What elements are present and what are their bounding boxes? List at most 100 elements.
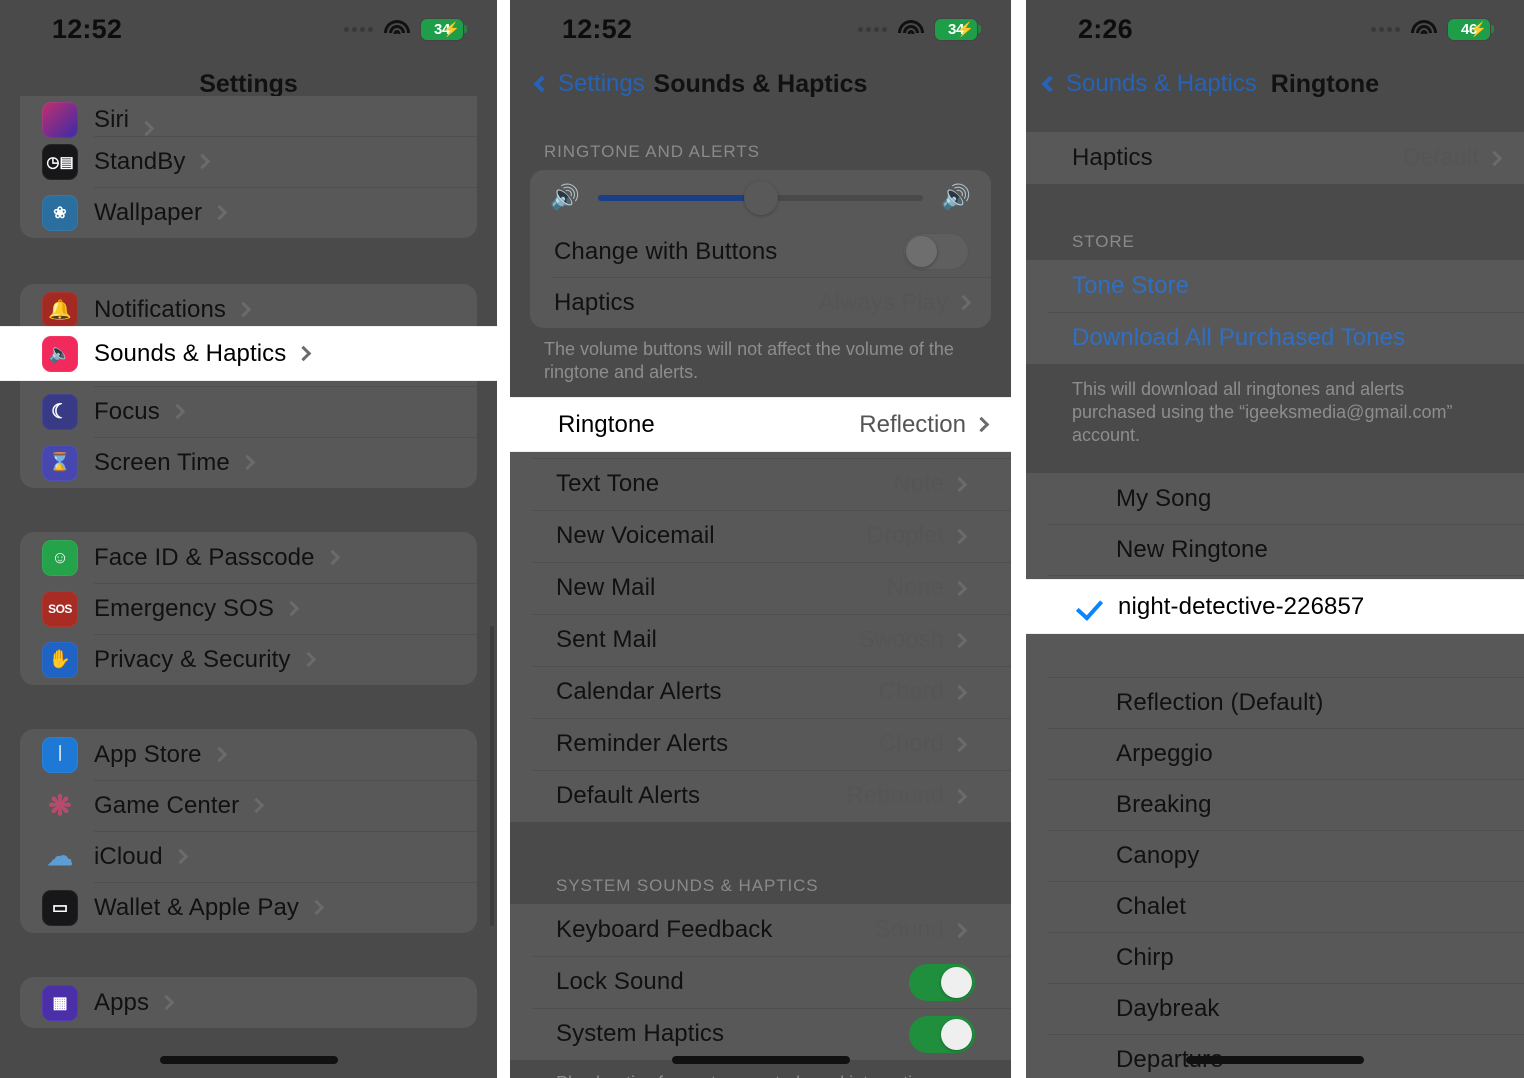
ringer-volume-slider[interactable]: 🔊 🔊	[530, 170, 991, 226]
link-label: Download All Purchased Tones	[1072, 324, 1406, 351]
notifications-icon: 🔔	[42, 291, 78, 328]
change-with-buttons-toggle[interactable]	[903, 233, 969, 270]
tone-item-night-detective[interactable]: night-detective-226857	[1026, 580, 1524, 633]
new-voicemail-row[interactable]: New Voicemail Droplet	[510, 510, 1011, 562]
slider-knob[interactable]	[743, 181, 778, 215]
nav-bar-ringtone: Sounds & Haptics Ringtone	[1026, 58, 1524, 110]
sidebar-item-game-center[interactable]: ❋ Game Center	[20, 780, 477, 831]
sidebar-item-sounds-haptics[interactable]: 🔈 Sounds & Haptics	[0, 327, 497, 380]
tone-store-link[interactable]: Tone Store	[1026, 260, 1524, 312]
sidebar-item-label: Sounds & Haptics	[94, 339, 287, 367]
focus-icon: ☾	[42, 393, 78, 430]
lock-sound-toggle[interactable]	[909, 963, 975, 1001]
page-title: Settings	[199, 69, 298, 98]
sounds-scroll-area[interactable]: RINGTONE AND ALERTS 🔊 🔊 Change with Butt…	[510, 110, 1011, 1078]
battery-indicator: 34 ⚡	[421, 18, 467, 40]
tone-label: Breaking	[1116, 790, 1212, 818]
section-label-system-sounds: SYSTEM SOUNDS & HAPTICS	[556, 876, 819, 896]
new-mail-row[interactable]: New Mail None	[510, 562, 1011, 614]
chevron-right-icon	[955, 294, 972, 311]
link-label: Tone Store	[1072, 272, 1190, 299]
haptics-row[interactable]: Haptics Always Play	[530, 277, 991, 328]
system-haptics-toggle[interactable]	[909, 1015, 975, 1053]
app-store-icon: 𝄀	[42, 736, 78, 773]
lock-sound-row[interactable]: Lock Sound	[510, 956, 1011, 1008]
sidebar-item-app-store[interactable]: 𝄀 App Store	[20, 729, 477, 780]
sidebar-item-screen-time[interactable]: ⌛ Screen Time	[20, 437, 477, 488]
row-value: Swoosh	[858, 626, 944, 654]
change-with-buttons-row[interactable]: Change with Buttons	[530, 226, 991, 277]
chevron-right-icon	[300, 651, 316, 668]
tone-label: Canopy	[1116, 841, 1200, 869]
row-label: Text Tone	[556, 470, 660, 498]
highlight-band-ringtone: Ringtone Reflection	[510, 398, 1011, 451]
siri-icon	[42, 102, 78, 138]
tone-label: Chirp	[1116, 943, 1174, 971]
home-indicator	[159, 1056, 338, 1064]
settings-group-5: ▦ Apps	[20, 977, 477, 1028]
tone-item-chalet[interactable]: Chalet	[1026, 881, 1524, 932]
row-label: Reminder Alerts	[556, 730, 729, 758]
back-button-settings[interactable]: Settings	[533, 70, 645, 98]
ringtone-row[interactable]: Ringtone Reflection	[510, 398, 1011, 451]
tone-item-arpeggio[interactable]: Arpeggio	[1026, 728, 1524, 779]
keyboard-feedback-row[interactable]: Keyboard Feedback Sound	[510, 904, 1011, 956]
sidebar-item-apps[interactable]: ▦ Apps	[20, 977, 477, 1028]
row-label: iCloud	[94, 842, 163, 870]
tone-item-canopy[interactable]: Canopy	[1026, 830, 1524, 881]
wifi-icon	[384, 19, 410, 39]
reminder-alerts-row[interactable]: Reminder Alerts Chord	[510, 718, 1011, 770]
settings-scroll-area[interactable]: Siri ◷▤ StandBy ❀ Wallpaper 🔔 Notificati…	[0, 96, 497, 1028]
chevron-right-icon	[1486, 150, 1503, 166]
highlight-band-night-detective: night-detective-226857	[1026, 580, 1524, 633]
row-label: Siri	[94, 106, 130, 133]
chevron-right-icon	[211, 204, 228, 221]
settings-group-4: 𝄀 App Store ❋ Game Center ☁ iCloud ▭ Wal…	[20, 729, 477, 933]
row-label: New Mail	[556, 574, 656, 602]
tone-item-chirp[interactable]: Chirp	[1026, 932, 1524, 983]
back-button-sounds-haptics[interactable]: Sounds & Haptics	[1041, 70, 1257, 98]
charging-bolt-icon: ⚡	[1469, 21, 1487, 37]
text-tone-row[interactable]: Text Tone Note	[510, 458, 1011, 510]
slider-track[interactable]	[597, 181, 924, 215]
sidebar-item-siri[interactable]: Siri	[20, 96, 477, 138]
face-id-icon: ☺	[42, 539, 78, 576]
tone-label: My Song	[1116, 484, 1212, 512]
tone-item-breaking[interactable]: Breaking	[1026, 779, 1524, 830]
download-purchased-tones-link[interactable]: Download All Purchased Tones	[1026, 312, 1524, 364]
sidebar-item-standby[interactable]: ◷▤ StandBy	[20, 136, 477, 187]
panel-ringtone: 2:26 46 ⚡ Sounds & Haptics Ringtone Hapt…	[1026, 0, 1524, 1078]
status-time: 2:26	[1078, 13, 1133, 44]
haptics-row[interactable]: Haptics Default	[1026, 132, 1524, 184]
store-group: Tone Store Download All Purchased Tones	[1026, 260, 1524, 364]
default-alerts-row[interactable]: Default Alerts Rebound	[510, 770, 1011, 822]
sidebar-item-face-id-passcode[interactable]: ☺ Face ID & Passcode	[20, 532, 477, 583]
speaker-mute-icon: 🔊	[550, 184, 580, 211]
chevron-right-icon	[235, 301, 252, 318]
sidebar-item-icloud[interactable]: ☁ iCloud	[20, 831, 477, 882]
row-label: Face ID & Passcode	[94, 543, 315, 571]
toggle-knob	[941, 1018, 972, 1050]
tone-item-my-song[interactable]: My Song	[1026, 473, 1524, 524]
sidebar-item-wallet-apple-pay[interactable]: ▭ Wallet & Apple Pay	[20, 882, 477, 933]
system-haptics-row[interactable]: System Haptics	[510, 1008, 1011, 1060]
sidebar-item-privacy-security[interactable]: ✋ Privacy & Security	[20, 634, 477, 685]
row-label: Sent Mail	[556, 626, 657, 654]
tone-item-daybreak[interactable]: Daybreak	[1026, 983, 1524, 1034]
sidebar-item-focus[interactable]: ☾ Focus	[20, 386, 477, 437]
calendar-alerts-row[interactable]: Calendar Alerts Chord	[510, 666, 1011, 718]
chevron-right-icon	[248, 797, 265, 814]
row-value: Sound	[874, 916, 944, 944]
chevron-right-icon	[951, 922, 968, 938]
sidebar-item-wallpaper[interactable]: ❀ Wallpaper	[20, 187, 477, 238]
sent-mail-row[interactable]: Sent Mail Swoosh	[510, 614, 1011, 666]
chevron-right-icon	[951, 736, 968, 752]
home-indicator	[671, 1056, 850, 1064]
settings-group-2: 🔔 Notifications 🔈 Sounds & Haptics ☾ Foc…	[20, 284, 477, 488]
sidebar-item-emergency-sos[interactable]: SOS Emergency SOS	[20, 583, 477, 634]
tone-item-new-ringtone[interactable]: New Ringtone	[1026, 524, 1524, 575]
slider-fill	[597, 195, 761, 201]
apps-icon: ▦	[42, 984, 78, 1021]
tone-item-reflection-default[interactable]: Reflection (Default)	[1026, 677, 1524, 728]
scrollbar[interactable]	[490, 626, 494, 926]
